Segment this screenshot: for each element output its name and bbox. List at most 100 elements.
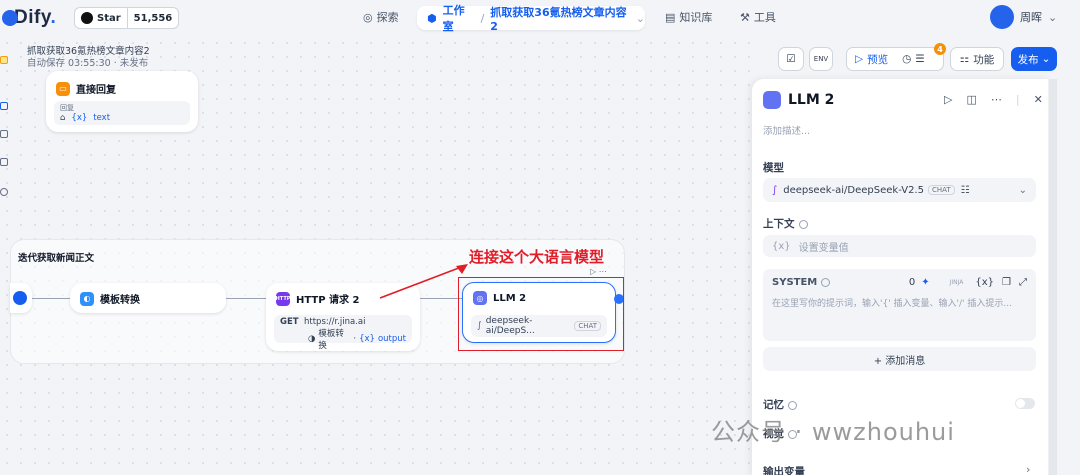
panel-title[interactable]: LLM 2 — [788, 92, 834, 108]
http-content: GET https://r.jina.ai ◑ 模板转换 · {x} output — [274, 315, 412, 351]
add-message-button[interactable]: + 添加消息 — [763, 347, 1036, 371]
iteration-title: 迭代获取新闻正文 — [18, 253, 95, 264]
dify-logo[interactable]: Dify. — [2, 7, 57, 29]
app-info-title: 抓取获取36氪热榜文章内容2 — [27, 46, 150, 57]
http-icon: HTTP — [276, 291, 290, 306]
panel-scrollbar[interactable] — [1049, 79, 1057, 475]
memory-toggle[interactable] — [1015, 398, 1035, 409]
book-icon[interactable]: ◫ — [966, 93, 976, 106]
app-icon[interactable] — [0, 56, 8, 64]
history-icon[interactable]: ◷ — [902, 53, 911, 65]
iteration-start-node[interactable] — [10, 283, 32, 313]
chevron-down-icon: ⌄ — [1048, 10, 1058, 24]
orchestrate-icon[interactable] — [0, 102, 8, 110]
add-message-label: + 添加消息 — [873, 355, 926, 367]
nav-knowledge[interactable]: ▤ 知识库 — [665, 9, 712, 25]
chevron-down-icon[interactable]: ⌄ — [636, 12, 645, 25]
settings-icon[interactable]: ☷ — [961, 185, 970, 196]
system-prompt-input[interactable]: 在这里写你的提示词，输入'{' 插入变量、输入'/' 插入提示... — [772, 296, 1027, 309]
copy-icon[interactable]: ❐ — [1002, 277, 1011, 288]
checklist-icon[interactable]: ☑ — [778, 47, 804, 71]
answer-sub-label: 回复 — [60, 104, 74, 112]
memory-label: 记忆 — [763, 399, 784, 411]
nav-studio-label[interactable]: 工作室 — [443, 2, 475, 34]
features-button[interactable]: ⚏ 功能 — [950, 47, 1004, 71]
jinja-toggle[interactable]: JINJA — [950, 279, 964, 286]
user-name: 周晖 — [1020, 11, 1042, 24]
robot-icon: ⬢ — [427, 11, 437, 25]
monitor-icon[interactable] — [0, 188, 8, 196]
sparkle-icon[interactable]: ✦ — [921, 277, 929, 288]
system-label: SYSTEM — [772, 277, 818, 288]
breadcrumb-separator: / — [480, 11, 485, 25]
features-label: 功能 — [973, 53, 995, 66]
nav-explore[interactable]: ◎ 探索 — [363, 9, 399, 25]
compass-icon: ◎ — [363, 10, 373, 24]
logo-mark-icon — [2, 10, 18, 26]
context-var-select[interactable]: {x} 设置变量值 — [763, 235, 1036, 257]
preview-button[interactable]: ▷ 预览 ◷ ☰ — [846, 47, 944, 71]
http-var: output — [377, 334, 406, 344]
node-answer[interactable]: ▭ 直接回复 回复 ⌂ {x} text — [46, 71, 198, 132]
book-icon: ▤ — [665, 10, 676, 24]
answer-content: 回复 ⌂ {x} text — [54, 101, 190, 125]
system-char-count: 0 — [908, 277, 916, 288]
help-icon[interactable] — [798, 219, 808, 229]
var-icon: {x} — [772, 240, 791, 252]
context-label: 上下文 — [763, 218, 795, 230]
left-sidebar — [0, 46, 14, 216]
model-label: 模型 — [763, 162, 784, 174]
nav-tools[interactable]: ⚒ 工具 — [740, 9, 776, 25]
var-prefix: {x} — [359, 334, 375, 344]
llm-icon — [763, 91, 781, 109]
node-template[interactable]: ◐ 模板转换 — [70, 283, 226, 313]
github-star-button[interactable]: Star 51,556 — [74, 7, 180, 29]
publish-button[interactable]: 发布 ⌄ — [1011, 47, 1057, 71]
checklist-icon[interactable]: ☰ — [915, 53, 924, 65]
system-prompt-box[interactable]: SYSTEM 0 ✦ JINJA {x} ❐ ⤢ 在这里写你的提示词，输入'{'… — [763, 269, 1036, 341]
variable-icon[interactable]: {x} — [975, 277, 994, 288]
github-star-label: Star — [97, 12, 121, 24]
http-method: GET — [280, 317, 299, 327]
nav-app-name[interactable]: 抓取获取36氪热榜文章内容2 — [490, 4, 629, 33]
http-url: https://r.jina.ai — [304, 317, 366, 327]
nav-explore-label: 探索 — [376, 11, 399, 24]
home-icon: ⌂ — [60, 113, 66, 123]
more-icon[interactable]: ⋯ — [991, 93, 1002, 106]
features-icon: ⚏ — [959, 53, 970, 65]
chevron-down-icon: ⌄ — [1041, 53, 1051, 65]
nav-tools-label: 工具 — [753, 11, 776, 24]
model-tag: CHAT — [927, 185, 955, 195]
api-icon[interactable] — [0, 130, 8, 138]
description-input[interactable]: 添加描述... — [763, 123, 810, 137]
app-info: 抓取获取36氪热榜文章内容2 自动保存 03:55:30 · 未发布 — [27, 46, 150, 70]
chevron-right-icon[interactable]: › — [1026, 463, 1030, 475]
logs-icon[interactable] — [0, 158, 8, 166]
node-run-icon[interactable]: ▷ ⋯ — [590, 267, 607, 276]
github-icon — [81, 12, 93, 24]
context-placeholder: 设置变量值 — [798, 242, 849, 254]
expand-icon[interactable]: ⤢ — [1019, 277, 1027, 288]
help-icon[interactable] — [821, 278, 831, 287]
tools-icon: ⚒ — [740, 10, 750, 24]
watermark: 公众号 · wwzhouhui — [711, 418, 955, 446]
avatar — [990, 5, 1014, 29]
nav-studio-breadcrumb[interactable]: ⬢ 工作室 / 抓取获取36氪热榜文章内容2 ⌄ — [417, 4, 645, 33]
output-vars-label[interactable]: 输出变量 — [763, 466, 805, 475]
answer-icon: ▭ — [56, 81, 70, 96]
preview-label: 预览 — [867, 53, 889, 66]
start-icon — [13, 291, 27, 305]
env-button[interactable]: ENV — [809, 47, 833, 71]
logo-dot-text: . — [50, 7, 57, 28]
nav-knowledge-label: 知识库 — [679, 11, 713, 24]
close-icon[interactable]: ✕ — [1034, 93, 1043, 106]
model-selector[interactable]: ∫ deepseek-ai/DeepSeek-V2.5 CHAT ☷ ⌄ — [763, 178, 1036, 202]
divider: | — [1015, 93, 1020, 106]
answer-var: text — [93, 113, 111, 123]
run-icon[interactable]: ▷ — [944, 93, 952, 106]
user-menu[interactable]: 周晖 ⌄ — [990, 5, 1057, 29]
node-template-title: 模板转换 — [100, 295, 140, 306]
help-icon[interactable] — [788, 400, 797, 410]
template-icon: ◐ — [80, 291, 94, 306]
var-prefix: {x} — [71, 113, 88, 123]
